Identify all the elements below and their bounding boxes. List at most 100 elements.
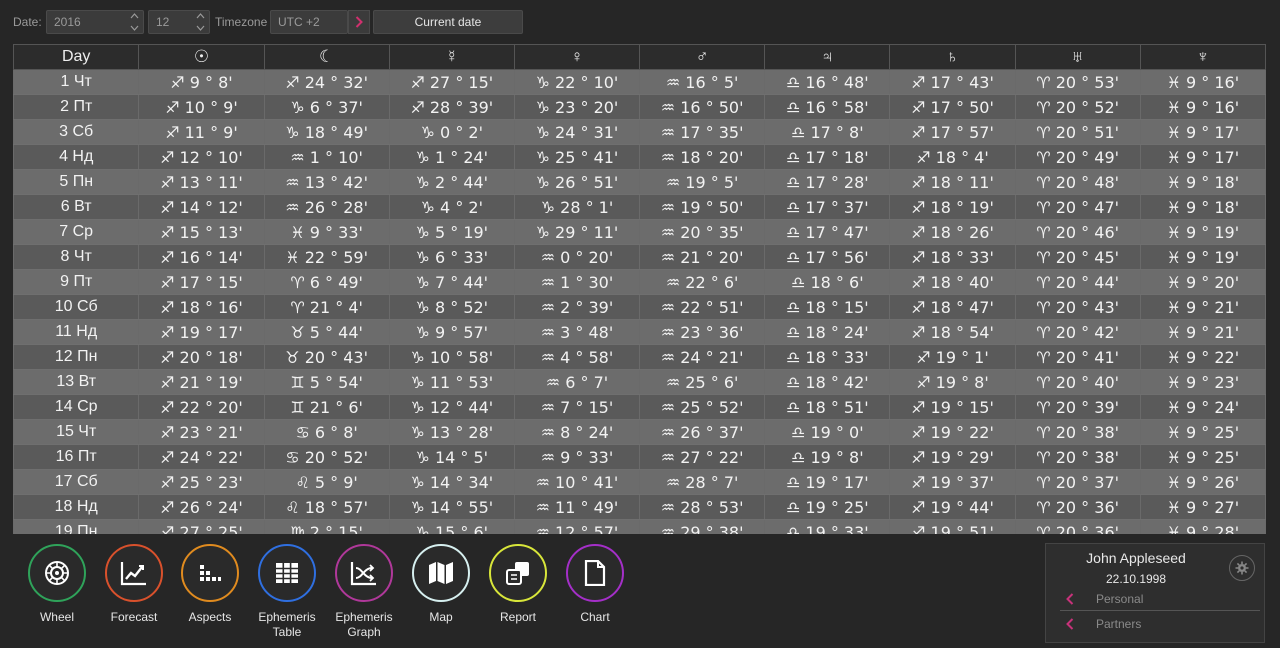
position-cell: ♓ 9 ° 17' (1139, 144, 1266, 170)
ephemeris-grid: Day ☉ ☾ ☿ ♀ ♂ ♃ ♄ ♅ ♆ 1 Чт ♐ 9 ° 8' ♐ 24 ° 32' ♐ 27 … (13, 44, 1266, 534)
report-button[interactable]: Report (479, 544, 557, 625)
chevron-left-icon (1066, 618, 1074, 630)
personal-row[interactable]: Personal (1060, 589, 1260, 609)
position-cell: ♎ 19 ° 17' (764, 469, 891, 495)
position-cell: ♑ 9 ° 57' (388, 319, 515, 345)
position-cell: ♒ 9 ° 33' (513, 444, 641, 470)
aspects-circle[interactable] (181, 544, 239, 602)
position-cell: ♒ 21 ° 20' (639, 244, 766, 270)
position-cell: ♎ 18 ° 24' (764, 319, 891, 345)
timezone-value: UTC +2 (278, 15, 320, 29)
position-cell: ♒ 17 ° 35' (639, 119, 766, 145)
position-cell: ♈ 20 ° 43' (1014, 294, 1141, 320)
position-cell: ♐ 12 ° 10' (138, 144, 265, 170)
day-cell: 9 Пт (13, 269, 140, 295)
position-cell: ♒ 10 ° 41' (513, 469, 641, 495)
position-cell: ♑ 6 ° 37' (263, 94, 390, 120)
ephemeris-table-button[interactable]: Ephemeris Table (248, 544, 326, 640)
day-cell: 13 Вт (13, 369, 140, 395)
report-icon (506, 562, 529, 585)
spin-up-icon[interactable] (130, 13, 139, 19)
position-cell: ♒ 1 ° 30' (513, 269, 641, 295)
position-cell: ♑ 28 ° 1' (513, 194, 641, 220)
day-cell: 11 Нд (13, 319, 140, 345)
position-cell: ♑ 0 ° 2' (388, 119, 515, 145)
position-cell: ♐ 15 ° 13' (138, 219, 265, 245)
aspects-button[interactable]: Aspects (171, 544, 249, 625)
ephemeris-table-label: Ephemeris Table (258, 610, 316, 639)
month-spinner[interactable] (195, 13, 205, 31)
current-date-button[interactable]: Current date (373, 10, 523, 34)
chart-button[interactable]: Chart (556, 544, 634, 625)
profile-settings-button[interactable] (1229, 555, 1255, 581)
position-cell: ♓ 9 ° 18' (1139, 194, 1266, 220)
map-icon (429, 562, 453, 584)
position-cell: ♐ 19 ° 22' (889, 419, 1016, 445)
wheel-button[interactable]: Wheel (18, 544, 96, 625)
year-input[interactable]: 2016 (46, 10, 144, 34)
report-circle[interactable] (489, 544, 547, 602)
timezone-select[interactable]: UTC +2 (270, 10, 348, 34)
day-cell: 15 Чт (13, 419, 140, 445)
position-cell: ♈ 21 ° 4' (263, 294, 390, 320)
position-cell: ♈ 20 ° 36' (1014, 494, 1141, 520)
day-cell: 6 Вт (13, 194, 140, 220)
graph-icon (350, 562, 376, 586)
position-cell: ♑ 22 ° 10' (513, 69, 641, 95)
position-cell: ♈ 6 ° 49' (263, 269, 390, 295)
timezone-next-button[interactable] (348, 10, 370, 34)
position-cell: ♓ 22 ° 59' (263, 244, 390, 270)
table-icon (276, 563, 298, 583)
chart-label: Chart (580, 610, 610, 624)
position-cell: ♌ 5 ° 9' (263, 469, 390, 495)
position-cell: ♎ 17 ° 8' (764, 119, 891, 145)
table-body: 1 Чт ♐ 9 ° 8' ♐ 24 ° 32' ♐ 27 ° 15' ♑ 22 ° 1… (13, 69, 1266, 534)
day-cell: 18 Нд (13, 494, 140, 520)
position-cell: ♈ 20 ° 47' (1014, 194, 1141, 220)
table-scrollbar[interactable] (1266, 44, 1280, 534)
ephemeris-table-circle[interactable] (258, 544, 316, 602)
forecast-label: Forecast (110, 610, 158, 624)
date-label: Date: (13, 15, 42, 29)
position-cell: ♈ 20 ° 38' (1014, 419, 1141, 445)
ephemeris-graph-button[interactable]: Ephemeris Graph (325, 544, 403, 640)
forecast-button[interactable]: Forecast (95, 544, 173, 625)
position-cell: ♎ 17 ° 47' (764, 219, 891, 245)
position-cell: ♐ 9 ° 8' (138, 69, 265, 95)
position-cell: ♓ 9 ° 24' (1139, 394, 1266, 420)
map-button[interactable]: Map (402, 544, 480, 625)
position-cell: ♑ 4 ° 2' (388, 194, 515, 220)
neptune-icon: ♆ (1139, 44, 1266, 70)
spin-down-icon[interactable] (196, 25, 205, 31)
year-spinner[interactable] (129, 13, 139, 31)
position-cell: ♌ 18 ° 57' (263, 494, 390, 520)
position-cell: ♋ 20 ° 52' (263, 444, 390, 470)
position-cell: ♐ 18 ° 19' (889, 194, 1016, 220)
ephemeris-graph-circle[interactable] (335, 544, 393, 602)
position-cell: ♐ 18 ° 4' (889, 144, 1016, 170)
spin-down-icon[interactable] (130, 25, 139, 31)
mars-icon: ♂ (639, 44, 766, 70)
position-cell: ♓ 9 ° 23' (1139, 369, 1266, 395)
position-cell: ♒ 22 ° 6' (639, 269, 766, 295)
position-cell: ♐ 26 ° 24' (138, 494, 265, 520)
month-input[interactable]: 12 (148, 10, 210, 34)
position-cell: ♈ 20 ° 49' (1014, 144, 1141, 170)
position-cell: ♓ 9 ° 22' (1139, 344, 1266, 370)
position-cell: ♓ 9 ° 20' (1139, 269, 1266, 295)
forecast-circle[interactable] (105, 544, 163, 602)
spin-up-icon[interactable] (196, 13, 205, 19)
position-cell: ♓ 9 ° 19' (1139, 244, 1266, 270)
position-cell: ♈ 20 ° 36' (1014, 519, 1141, 534)
position-cell: ♎ 18 ° 33' (764, 344, 891, 370)
position-cell: ♑ 12 ° 44' (388, 394, 515, 420)
position-cell: ♑ 2 ° 44' (388, 169, 515, 195)
chart-circle[interactable] (566, 544, 624, 602)
position-cell: ♑ 5 ° 19' (388, 219, 515, 245)
position-cell: ♒ 12 ° 57' (513, 519, 641, 534)
position-cell: ♎ 19 ° 0' (764, 419, 891, 445)
wheel-circle[interactable] (28, 544, 86, 602)
map-circle[interactable] (412, 544, 470, 602)
partners-row[interactable]: Partners (1060, 614, 1260, 634)
position-cell: ♎ 17 ° 37' (764, 194, 891, 220)
